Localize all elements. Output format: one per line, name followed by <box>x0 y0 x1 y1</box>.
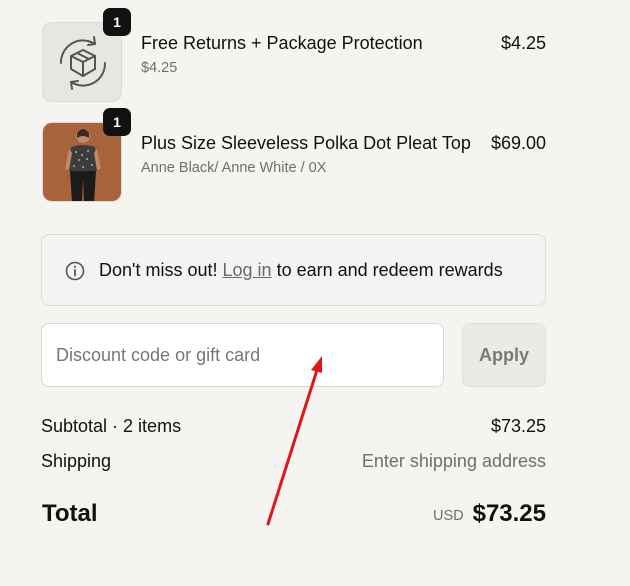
total-value: $73.25 <box>472 500 546 527</box>
subtotal-label: Subtotal · 2 items <box>41 416 182 436</box>
quantity-badge: 1 <box>103 108 131 136</box>
item-price: $69.00 <box>490 133 546 153</box>
subtotal-value: $73.25 <box>490 416 546 436</box>
line-item-package-protection: 1 Free Returns + Package Protection $4.2… <box>42 8 546 102</box>
currency-code: USD <box>433 508 464 524</box>
rewards-suffix: to earn and redeem rewards <box>276 260 503 280</box>
discount-code-input[interactable] <box>41 323 444 387</box>
login-link[interactable]: Log in <box>223 260 272 280</box>
shipping-label: Shipping <box>41 451 112 471</box>
item-subtitle: $4.25 <box>141 60 178 76</box>
rewards-message: Don't miss out! Log in to earn and redee… <box>99 260 503 281</box>
checkout-order-summary: 1 Free Returns + Package Protection $4.2… <box>0 0 630 586</box>
item-variant: Anne Black/ Anne White / 0X <box>141 160 327 176</box>
item-name: Free Returns + Package Protection <box>141 33 423 53</box>
rewards-banner: Don't miss out! Log in to earn and redee… <box>41 234 546 306</box>
quantity-badge: 1 <box>103 8 131 36</box>
total-label: Total <box>42 500 98 527</box>
rewards-prefix: Don't miss out! <box>99 260 218 280</box>
item-price: $4.25 <box>500 33 546 53</box>
apply-button[interactable]: Apply <box>462 323 546 387</box>
info-icon <box>65 261 85 281</box>
line-item-pleat-top: 1 Plus Size Sleeveless Polka Dot Pleat T… <box>42 108 546 202</box>
item-name: Plus Size Sleeveless Polka Dot Pleat Top <box>141 133 471 153</box>
shipping-value: Enter shipping address <box>361 451 546 471</box>
